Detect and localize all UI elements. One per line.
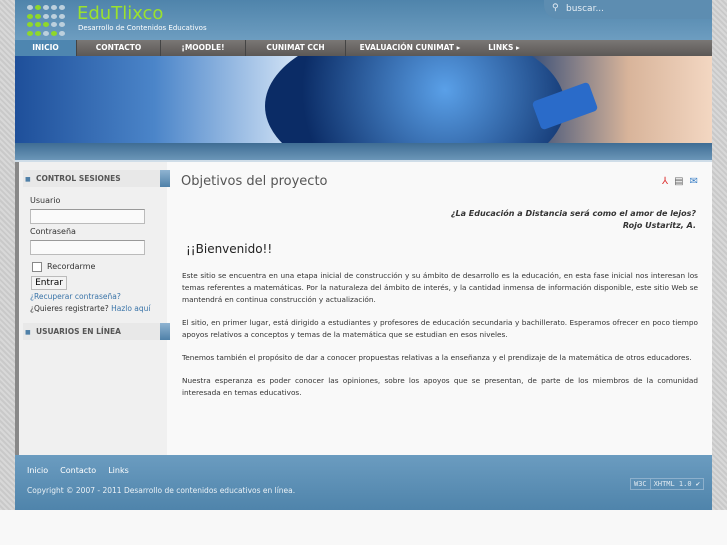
quote: ¿La Educación a Distancia será como el a… [451,208,696,232]
register-text: ¿Quieres registrarte? Hazlo aquí [30,304,151,313]
paragraph: Tenemos también el propósito de dar a co… [182,353,692,362]
article-body: Este sitio se encuentra en una etapa ini… [182,270,698,410]
nav-item-contacto[interactable]: CONTACTO [77,40,161,56]
site-name[interactable]: EduTlixco [77,3,163,24]
sidebar: ■ CONTROL SESIONES Usuario Contraseña Rec… [15,162,170,457]
footer-link-inicio[interactable]: Inicio [27,466,48,475]
nav-item-moodle[interactable]: ¡MOODLE! [161,40,246,56]
nav-item-links[interactable]: LINKS ▸ [474,40,534,56]
search-icon: ⚲ [552,3,559,13]
page-title: Objetivos del proyecto [181,174,328,189]
footer: Inicio Contacto Links Copyright © 2007 -… [15,455,712,510]
main-article: Objetivos del proyecto ⅄ ▤ ✉ ¿La Educaci… [181,162,712,457]
nav-item-cunimat-cch[interactable]: CUNIMAT CCH [246,40,346,56]
header-banner-image [15,56,712,143]
paragraph: Este sitio se encuentra en una etapa ini… [182,271,698,304]
remember-label: Recordarme [47,262,96,271]
module-icon: ■ [25,176,31,183]
footer-link-links[interactable]: Links [108,466,129,475]
main-nav: INICIO CONTACTO ¡MOODLE! CUNIMAT CCH EVA… [15,40,712,56]
footer-link-contacto[interactable]: Contacto [60,466,96,475]
header: EduTlixco Desarrollo de Contenidos Educa… [15,0,712,40]
quote-author: Rojo Ustaritz, A. [622,221,696,230]
search-placeholder: buscar... [566,4,605,14]
register-prompt: ¿Quieres registrarte? [30,304,109,313]
forgot-password-link[interactable]: ¿Recuperar contraseña? [30,292,121,301]
welcome-heading: ¡¡Bienvenido!! [186,242,273,256]
login-module-title: CONTROL SESIONES [36,174,121,183]
remember-checkbox[interactable] [32,262,42,272]
content-area: ■ CONTROL SESIONES Usuario Contraseña Rec… [15,160,712,457]
badge-xhtml: XHTML 1.0 ✔ [649,479,703,489]
password-input[interactable] [30,240,145,255]
paragraph: El sitio, en primer lugar, está dirigido… [182,318,698,339]
register-link[interactable]: Hazlo aquí [111,304,150,313]
banner-divider [15,143,712,160]
password-label: Contraseña [30,227,76,236]
login-button[interactable]: Entrar [31,276,67,290]
username-input[interactable] [30,209,145,224]
email-icon[interactable]: ✉ [690,176,698,187]
paragraph: Nuestra esperanza es poder conocer las o… [182,376,698,397]
site-tagline: Desarrollo de Contenidos Educativos [78,24,207,32]
nav-item-evaluacion-cunimat[interactable]: EVALUACIÓN CUNIMAT ▸ [346,40,474,56]
online-users-header: ■ USUARIOS EN LÍNEA [23,323,170,340]
module-icon: ■ [25,329,31,336]
username-label: Usuario [30,196,61,205]
print-icon[interactable]: ▤ [674,176,683,187]
copyright: Copyright © 2007 - 2011 Desarrollo de co… [27,486,296,495]
badge-w3c: W3C [633,480,647,488]
quote-text: ¿La Educación a Distancia será como el a… [450,209,696,218]
search-input[interactable]: ⚲ buscar... [544,0,712,19]
online-users-title: USUARIOS EN LÍNEA [36,327,121,336]
login-module-header: ■ CONTROL SESIONES [23,170,170,187]
pdf-icon[interactable]: ⅄ [662,176,668,187]
w3c-xhtml-badge[interactable]: W3C XHTML 1.0 ✔ [629,478,704,490]
nav-item-inicio[interactable]: INICIO [15,40,77,56]
logo-icon[interactable] [27,5,67,37]
